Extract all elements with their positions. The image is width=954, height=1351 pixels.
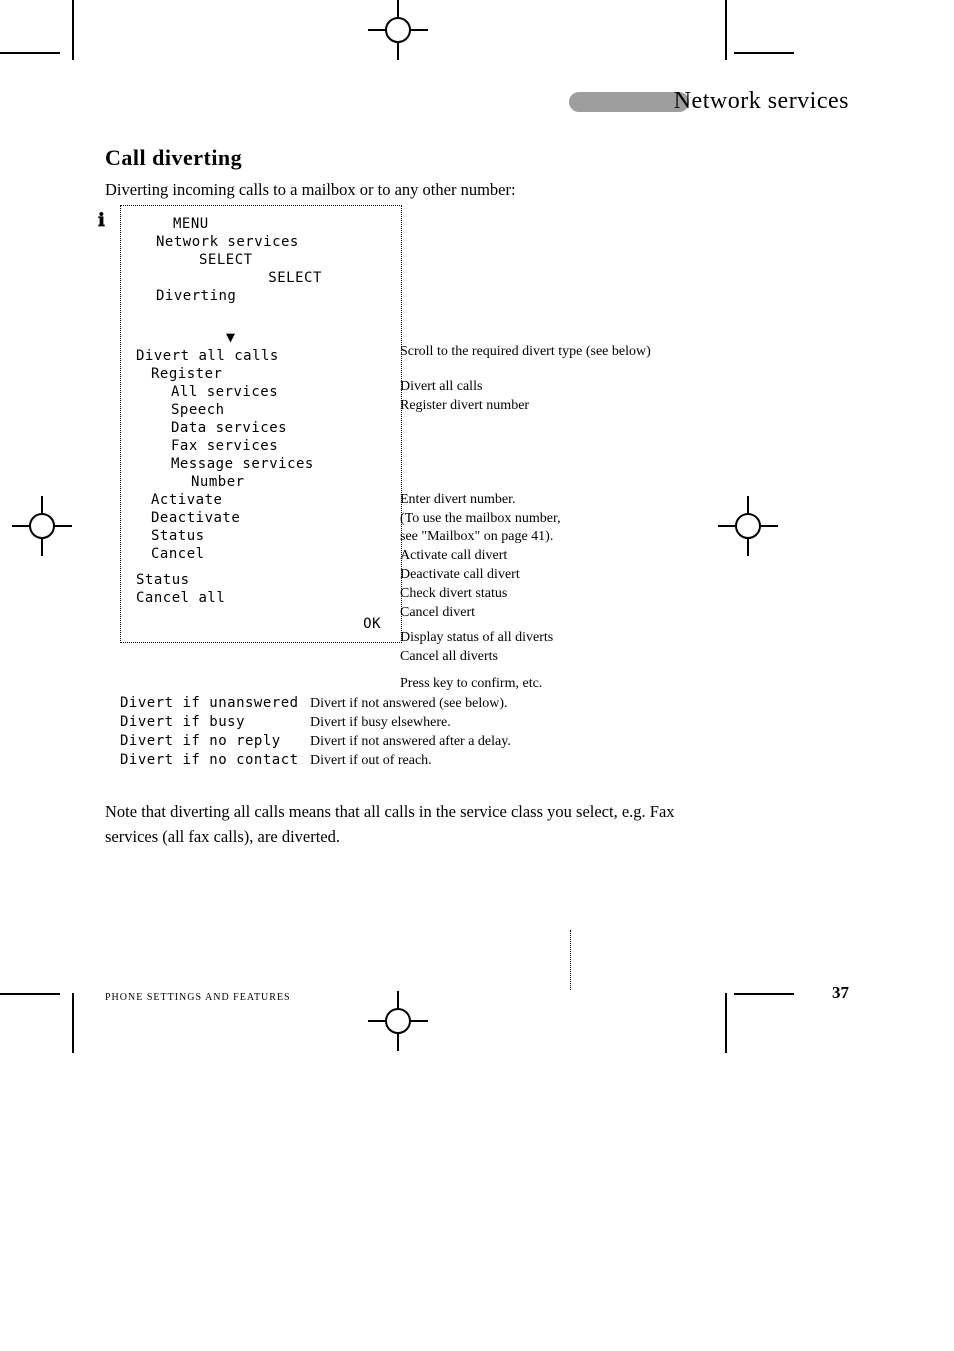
desc-activate: Activate call divert: [400, 547, 680, 566]
registration-mark: [368, 0, 428, 60]
registration-mark: [718, 496, 778, 556]
desc-number2: (To use the mailbox number,: [400, 510, 680, 529]
footer-section: PHONE SETTINGS AND FEATURES: [105, 992, 291, 1003]
menu-data: Data services: [131, 420, 391, 436]
menu-path-diverting: Diverting: [131, 288, 391, 304]
crop-mark: [725, 993, 727, 1053]
menu-speech: Speech: [131, 402, 391, 418]
desc-number3: see "Mailbox" on page 41).: [400, 528, 680, 547]
crop-mark: [734, 993, 794, 995]
crop-mark: [734, 52, 794, 54]
note-paragraph: Note that diverting all calls means that…: [105, 800, 685, 850]
menu-status: Status: [131, 528, 391, 544]
menu-deactivate: Deactivate: [131, 510, 391, 526]
crop-mark: [725, 0, 727, 60]
page-heading: Call diverting: [105, 145, 242, 171]
divert-types-block: Divert if unanswered Divert if not answe…: [120, 695, 680, 771]
menu-number: Number: [131, 474, 391, 490]
type-nocontact-desc: Divert if out of reach.: [310, 752, 432, 771]
type-noreply: Divert if no reply: [120, 733, 310, 752]
type-busy: Divert if busy: [120, 714, 310, 733]
crop-mark: [0, 52, 60, 54]
desc-arrow: Scroll to the required divert type (see …: [400, 343, 680, 362]
menu-cancel: Cancel: [131, 546, 391, 562]
scroll-arrow-icon: ▼: [131, 328, 391, 346]
desc-col: Scroll to the required divert type (see …: [400, 343, 680, 694]
section-tab: [569, 92, 689, 112]
menu-register: Register: [131, 366, 391, 382]
menu-cancel-all: Cancel all: [131, 590, 391, 606]
registration-mark: [368, 991, 428, 1051]
menu-ok: OK: [131, 616, 391, 632]
menu-box: MENU Network services SELECT Diverting S…: [120, 205, 402, 643]
menu-title: MENU: [131, 216, 391, 232]
intro-text: Diverting incoming calls to a mailbox or…: [105, 178, 665, 203]
desc-cancel: Cancel divert: [400, 604, 680, 623]
menu-select2: SELECT: [220, 270, 322, 286]
menu-message: Message services: [131, 456, 391, 472]
desc-register: Register divert number: [400, 397, 680, 416]
desc-deactivate: Deactivate call divert: [400, 566, 680, 585]
registration-mark: [12, 496, 72, 556]
menu-activate: Activate: [131, 492, 391, 508]
type-unanswered-desc: Divert if not answered (see below).: [310, 695, 507, 714]
type-busy-desc: Divert if busy elsewhere.: [310, 714, 451, 733]
desc-divert-all: Divert all calls: [400, 378, 680, 397]
menu-fax: Fax services: [131, 438, 391, 454]
menu-divert-all: Divert all calls: [131, 348, 391, 364]
desc-number1: Enter divert number.: [400, 491, 680, 510]
info-icon: ℹ︎: [98, 210, 105, 231]
page-number: 37: [832, 983, 849, 1003]
desc-status: Check divert status: [400, 585, 680, 604]
crop-mark: [72, 0, 74, 60]
menu-path-network: Network services: [131, 234, 391, 250]
crop-mark: [0, 993, 60, 995]
dotted-separator: [570, 930, 571, 990]
section-label: Network services: [674, 88, 849, 115]
crop-mark: [72, 993, 74, 1053]
type-nocontact: Divert if no contact: [120, 752, 310, 771]
type-unanswered: Divert if unanswered: [120, 695, 310, 714]
menu-select1: SELECT: [131, 252, 391, 268]
desc-ok: Press key to confirm, etc.: [400, 675, 680, 694]
menu-status2: Status: [131, 572, 391, 588]
menu-all-services: All services: [131, 384, 391, 400]
type-noreply-desc: Divert if not answered after a delay.: [310, 733, 511, 752]
desc-cancel-all: Cancel all diverts: [400, 648, 680, 667]
desc-status2: Display status of all diverts: [400, 629, 680, 648]
